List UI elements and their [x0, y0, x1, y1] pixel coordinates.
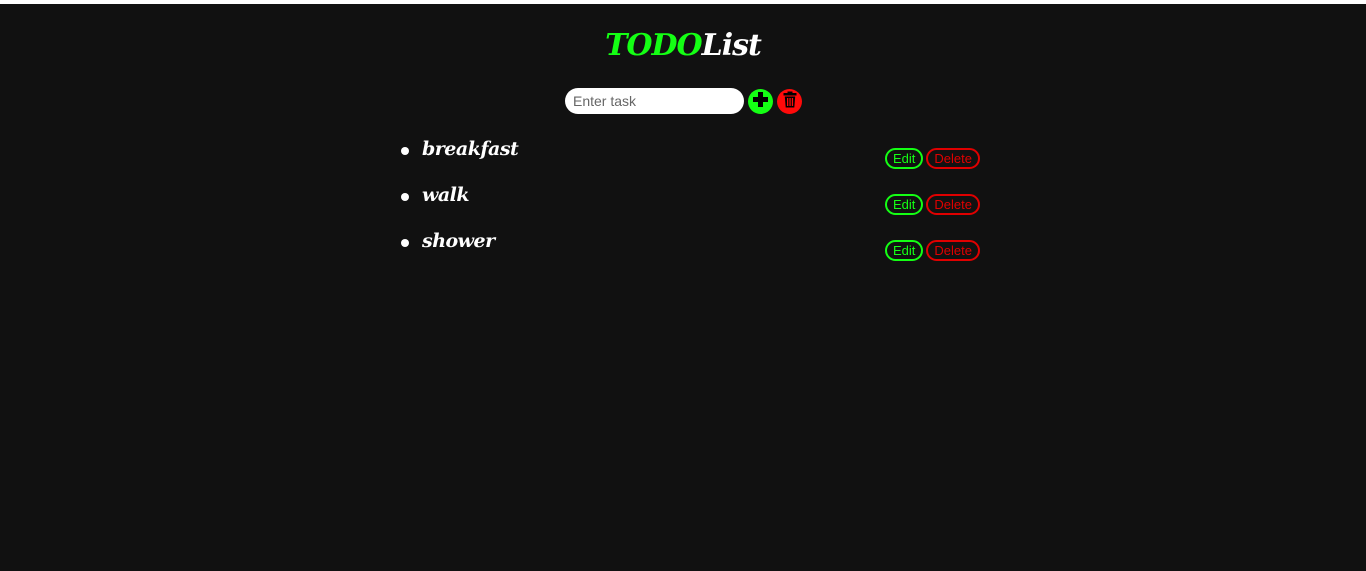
task-actions: Edit Delete	[885, 148, 983, 169]
trash-icon	[783, 91, 797, 111]
task-list: breakfast Edit Delete walk Edit Delete s…	[400, 132, 984, 270]
bullet-icon	[401, 147, 409, 155]
clear-all-button[interactable]	[777, 88, 802, 114]
task-item: walk Edit Delete	[400, 178, 984, 224]
bullet-icon	[401, 193, 409, 201]
task-text: walk	[422, 184, 470, 206]
app-container: TODOList Enter task breakfast Edit Delet…	[0, 4, 1366, 571]
task-actions: Edit Delete	[885, 194, 983, 215]
task-text: shower	[422, 230, 495, 252]
title-todo: TODO	[605, 28, 703, 63]
delete-button[interactable]: Delete	[926, 148, 980, 169]
edit-button[interactable]: Edit	[885, 240, 924, 261]
task-text: breakfast	[422, 138, 519, 160]
plus-icon	[752, 91, 769, 111]
task-input[interactable]	[565, 88, 744, 114]
bullet-icon	[401, 239, 409, 247]
edit-button[interactable]: Edit	[885, 148, 924, 169]
delete-button[interactable]: Delete	[926, 194, 980, 215]
delete-button[interactable]: Delete	[926, 240, 980, 261]
title-list: List	[701, 28, 762, 63]
page-title: TODOList	[0, 26, 1366, 66]
edit-button[interactable]: Edit	[885, 194, 924, 215]
add-task-button[interactable]	[748, 88, 773, 114]
task-item: breakfast Edit Delete	[400, 132, 984, 178]
task-actions: Edit Delete	[885, 240, 983, 261]
task-item: shower Edit Delete	[400, 224, 984, 270]
task-controls	[565, 87, 802, 115]
